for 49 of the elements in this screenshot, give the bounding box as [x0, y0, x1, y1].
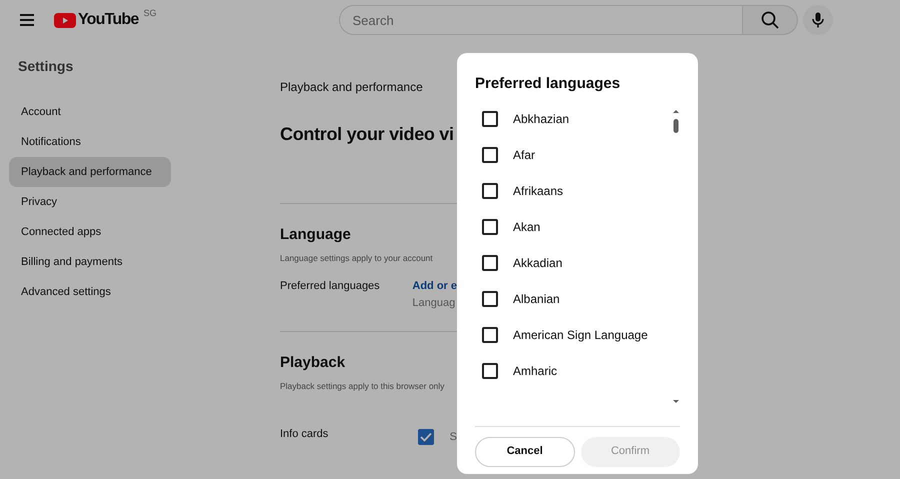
section-title: Playback [280, 353, 346, 374]
logo-text[interactable]: YouTube [78, 8, 138, 32]
checkbox[interactable] [482, 110, 498, 127]
checkbox[interactable] [418, 428, 434, 444]
language-option[interactable]: Abkhazian [513, 110, 570, 128]
settings-title: Settings [18, 57, 74, 76]
page-breadcrumb: Playback and performance [280, 79, 424, 96]
scrollbar-drawing[interactable] [672, 108, 680, 404]
logo-icon [54, 12, 76, 28]
checkbox[interactable] [482, 363, 498, 380]
sidebar-item[interactable]: Notifications [9, 127, 171, 157]
checkbox[interactable] [482, 182, 498, 199]
sidebar-item[interactable]: Privacy [9, 187, 171, 217]
language-option[interactable]: Akkadian [513, 254, 562, 272]
cancel-button[interactable]: Cancel [475, 436, 574, 466]
setting-label: Preferred languages [280, 279, 381, 294]
sidebar-item[interactable]: Advanced settings [9, 277, 171, 307]
setting-text: S [450, 430, 457, 444]
checkmark-icon [420, 432, 432, 442]
language-option[interactable]: Amharic [513, 362, 558, 380]
search-icon [761, 11, 780, 29]
language-option[interactable]: Albanian [513, 290, 560, 308]
add-languages-link[interactable]: Add or e [412, 278, 457, 295]
search-field[interactable]: Search [339, 5, 744, 35]
voice-search-button[interactable] [803, 5, 834, 35]
language-option[interactable]: Afar [513, 146, 536, 164]
section-subtitle: Playback settings apply to this browser only [280, 380, 446, 392]
language-option[interactable]: American Sign Language [513, 326, 648, 344]
sidebar-item[interactable]: Connected apps [9, 217, 171, 247]
page-heading: Control your video vi [280, 123, 455, 146]
language-option[interactable]: Akan [513, 218, 540, 236]
sidebar-item[interactable]: Playback and performance [9, 157, 171, 187]
menu-icon[interactable] [20, 14, 34, 26]
search-button[interactable] [743, 5, 798, 35]
checkbox[interactable] [482, 327, 498, 344]
checkbox[interactable] [482, 254, 498, 271]
checkbox[interactable] [482, 146, 498, 163]
checkbox[interactable] [482, 218, 498, 235]
microphone-icon [812, 12, 824, 28]
dialog-title: Preferred languages [475, 74, 622, 94]
sidebar-item[interactable]: Account [9, 97, 171, 127]
region-label: SG [143, 7, 156, 20]
language-option[interactable]: Afrikaans [513, 182, 564, 200]
section-title: Language [280, 225, 352, 245]
setting-label: Info cards [280, 426, 330, 442]
sidebar-item[interactable]: Billing and payments [9, 247, 171, 277]
languages-note: Languag [412, 296, 456, 311]
section-subtitle: Language settings apply to your account [280, 252, 434, 264]
checkbox[interactable] [482, 291, 498, 308]
